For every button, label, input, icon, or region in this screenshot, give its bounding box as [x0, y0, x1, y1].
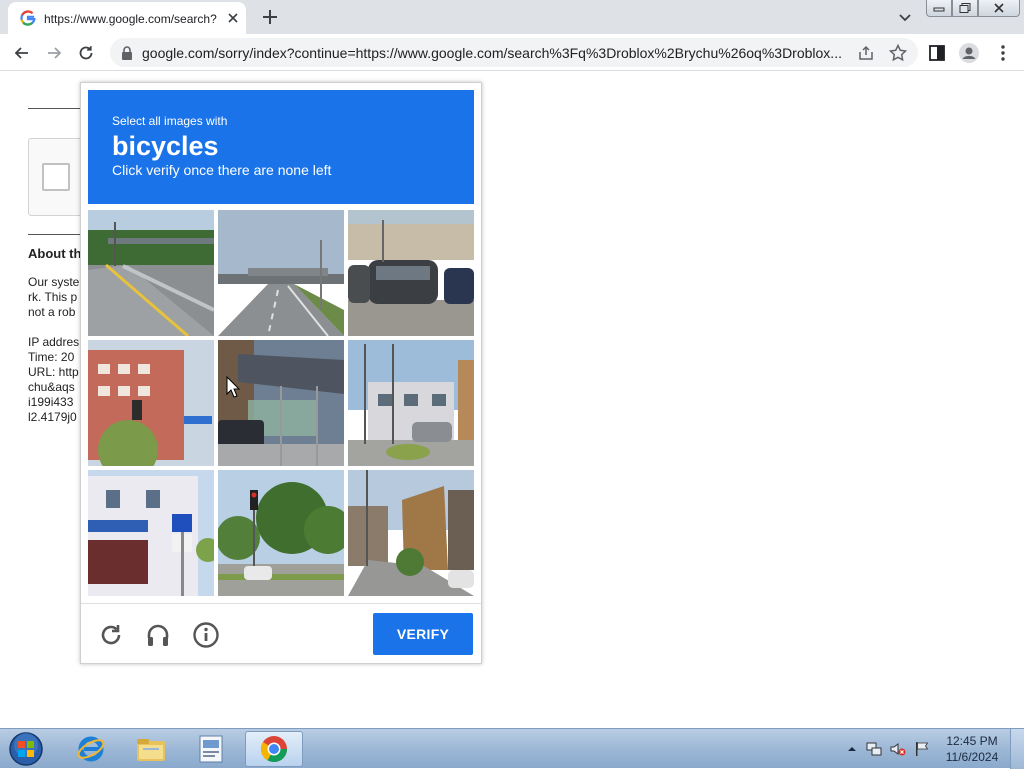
captcha-tile-9[interactable] [348, 470, 474, 596]
back-icon[interactable] [9, 40, 35, 66]
file-explorer-icon[interactable] [122, 731, 180, 767]
image-grid [88, 210, 474, 596]
tab-search-icon[interactable] [894, 6, 916, 28]
page-text-line: IP addres [28, 335, 80, 349]
captcha-tile-3[interactable] [348, 210, 474, 336]
internet-explorer-icon[interactable] [62, 731, 120, 767]
page-text-line: i199i433 [28, 395, 74, 409]
captcha-tile-4[interactable] [88, 340, 214, 466]
window-close-icon[interactable] [978, 0, 1020, 17]
mouse-cursor-icon [226, 375, 241, 398]
info-icon[interactable] [192, 621, 220, 649]
windows-taskbar: 12:45 PM 11/6/2024 [0, 728, 1024, 769]
url-text[interactable]: google.com/sorry/index?continue=https://… [142, 44, 848, 62]
show-hidden-icons-arrow[interactable] [844, 741, 860, 757]
reload-icon[interactable] [97, 621, 125, 649]
window-controls [926, 0, 1020, 18]
challenge-instruction: Select all images with [112, 114, 228, 128]
verify-button[interactable]: VERIFY [373, 613, 473, 655]
divider [28, 234, 80, 235]
challenge-target: bicycles [112, 131, 219, 161]
menu-icon[interactable] [992, 42, 1014, 64]
action-center-flag-icon[interactable] [914, 741, 930, 757]
recaptcha-checkbox[interactable] [42, 163, 70, 191]
about-heading: About th [28, 246, 82, 261]
maximize-icon[interactable] [952, 0, 978, 17]
tab-close-icon[interactable] [224, 9, 242, 27]
captcha-tile-8[interactable] [218, 470, 344, 596]
audio-headphones-icon[interactable] [144, 621, 172, 649]
browser-tabstrip: https://www.google.com/search? [0, 0, 1024, 34]
challenge-footer: VERIFY [81, 603, 481, 663]
profile-icon[interactable] [958, 42, 980, 64]
chrome-icon[interactable] [245, 731, 303, 767]
new-tab-plus-icon[interactable] [258, 5, 282, 29]
google-g-icon [20, 10, 36, 26]
captcha-tile-7[interactable] [88, 470, 214, 596]
network-icon[interactable] [866, 741, 882, 757]
page-text-line: Our syste [28, 275, 80, 289]
captcha-tile-5[interactable] [218, 340, 344, 466]
clock-time[interactable]: 12:45 PM [942, 734, 1002, 748]
tab-title: https://www.google.com/search? [44, 12, 217, 26]
system-tray: 12:45 PM 11/6/2024 [842, 729, 1012, 769]
captcha-tile-2[interactable] [218, 210, 344, 336]
volume-muted-icon[interactable] [890, 741, 906, 757]
captcha-tile-1[interactable] [88, 210, 214, 336]
address-bar[interactable]: google.com/sorry/index?continue=https://… [110, 38, 918, 67]
challenge-subtext: Click verify once there are none left [112, 162, 332, 178]
page-text-line: l2.4179j0 [28, 410, 77, 424]
reload-icon[interactable] [73, 40, 99, 66]
page-text-line: chu&aqs [28, 380, 75, 394]
lock-icon[interactable] [120, 45, 134, 61]
start-orb-icon[interactable] [6, 731, 46, 767]
show-desktop-button[interactable] [1010, 729, 1024, 769]
page-text-line: Time: 20 [28, 350, 75, 364]
recaptcha-widget [28, 138, 88, 216]
clock-date[interactable]: 11/6/2024 [942, 750, 1002, 764]
minimize-icon[interactable] [926, 0, 952, 17]
divider [28, 108, 80, 109]
page-text-line: not a rob [28, 305, 76, 319]
challenge-header: Select all images with bicycles Click ve… [88, 90, 474, 204]
side-panel-icon[interactable] [926, 42, 948, 64]
media-center-icon[interactable] [182, 731, 240, 767]
star-icon[interactable] [888, 43, 908, 63]
browser-tab[interactable]: https://www.google.com/search? [8, 2, 246, 34]
captcha-tile-6[interactable] [348, 340, 474, 466]
captcha-challenge-dialog: Select all images with bicycles Click ve… [80, 82, 482, 664]
page-text-line: rk. This p [28, 290, 78, 304]
forward-icon[interactable] [41, 40, 67, 66]
page-text-line[interactable]: URL: http [28, 365, 79, 380]
browser-toolbar: google.com/sorry/index?continue=https://… [0, 34, 1024, 71]
share-icon[interactable] [856, 43, 876, 63]
